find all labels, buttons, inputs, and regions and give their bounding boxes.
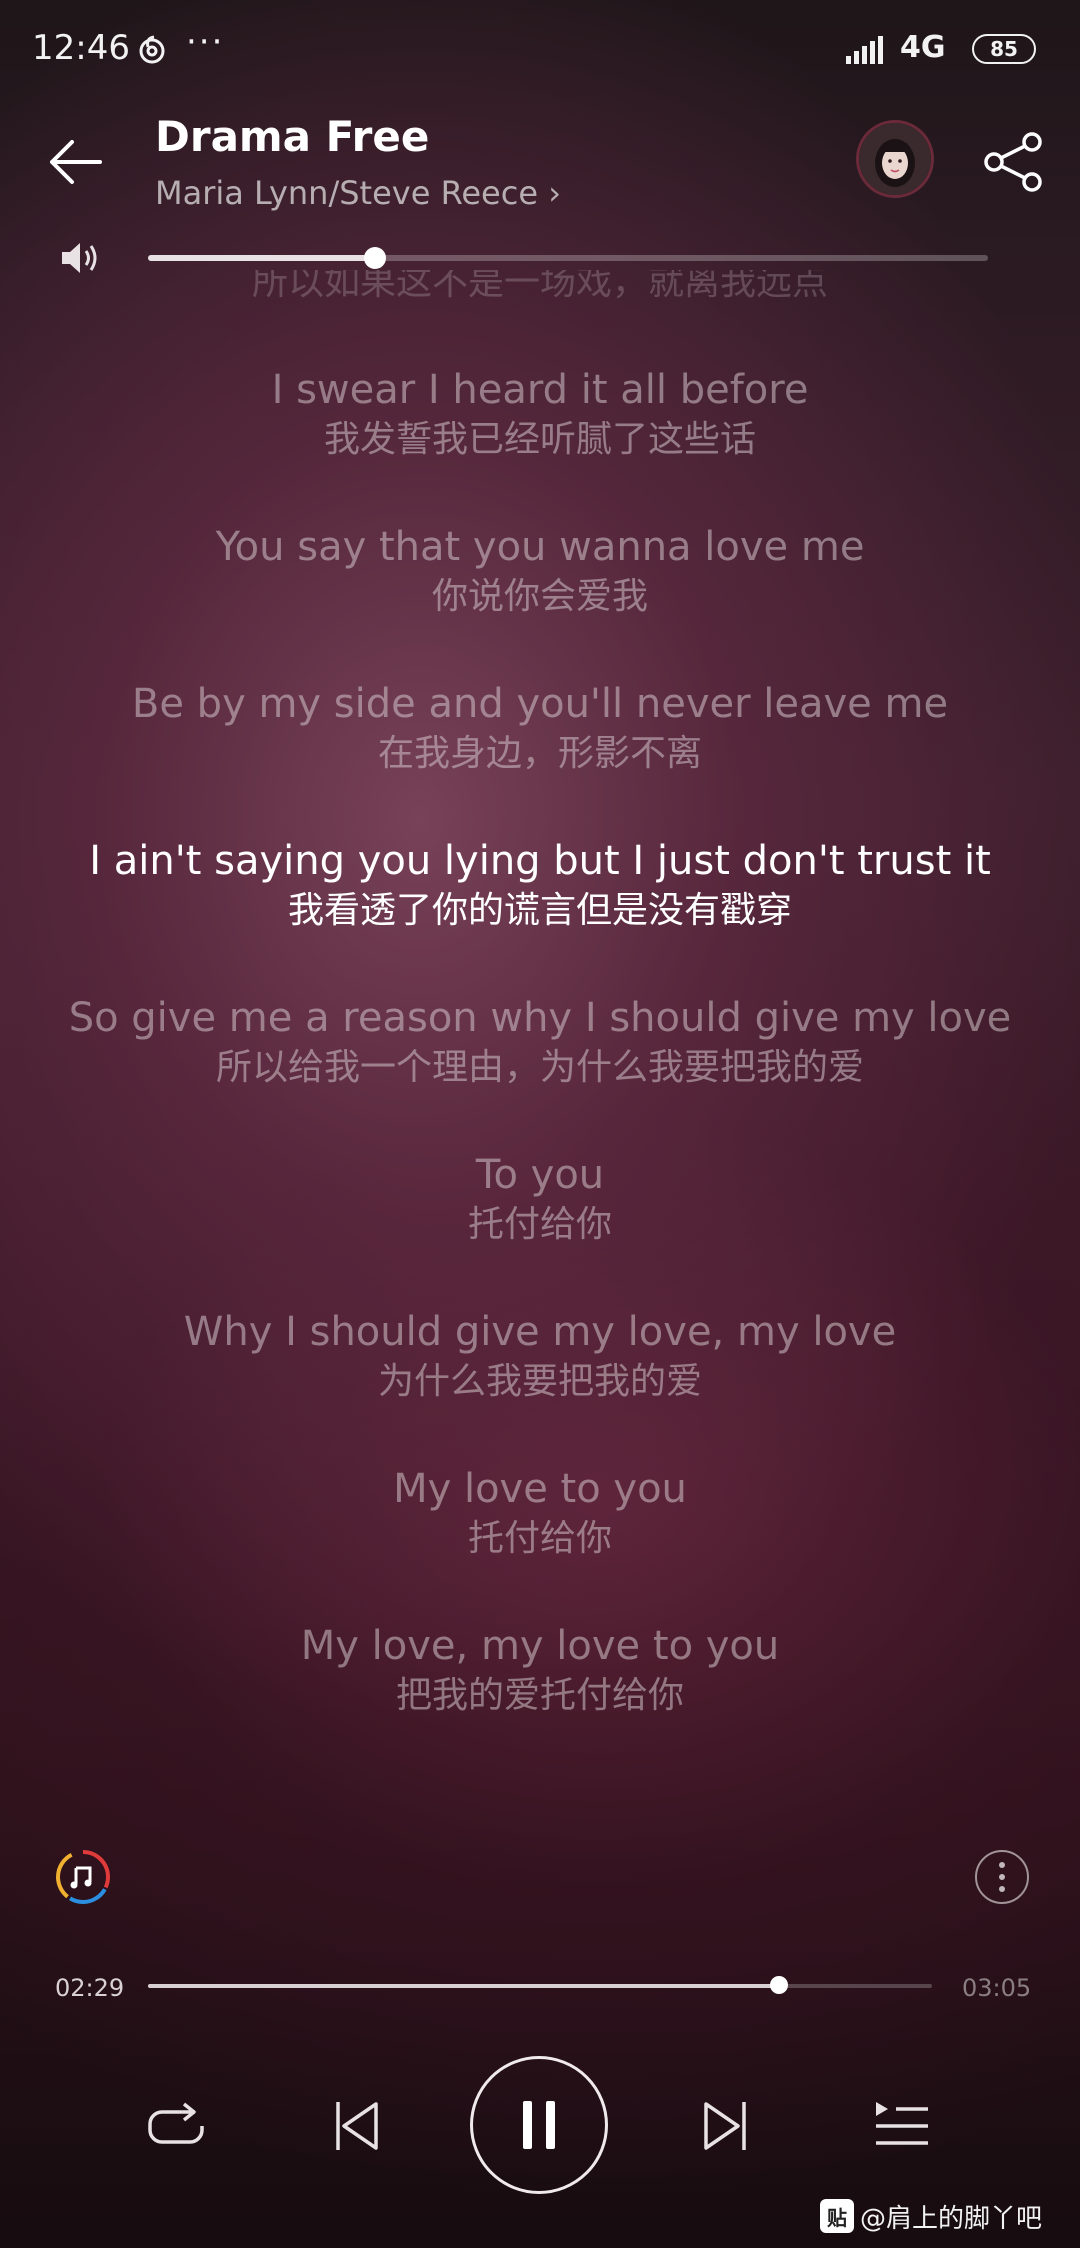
playlist-button[interactable] (866, 2090, 938, 2162)
progress-thumb[interactable] (770, 1976, 789, 1994)
more-dot (999, 1874, 1005, 1880)
skip-next-icon (704, 2102, 746, 2150)
lyric-english: Be by my side and you'll never leave me (131, 681, 949, 727)
lyric-line[interactable]: My love, my love to you 把我的爱托付给你 (0, 1621, 1080, 1721)
lyric-chinese: 我看透了你的谎言但是没有戳穿 (287, 890, 792, 931)
status-time: 12:46 (32, 28, 130, 68)
lyric-line[interactable]: I swear I heard it all before 我发誓我已经听腻了这些… (0, 365, 1080, 465)
lyric-line[interactable]: So give me a reason why I should give my… (0, 993, 1080, 1093)
lyric-chinese: 为什么我要把我的爱 (377, 1361, 702, 1402)
lyric-chinese: 把我的爱托付给你 (395, 1675, 684, 1716)
music-note-icon[interactable] (54, 1848, 112, 1906)
tieba-logo: 贴 (820, 2199, 854, 2233)
lyric-english: So give me a reason why I should give my… (68, 995, 1012, 1041)
skip-previous-icon (336, 2102, 378, 2150)
song-title: Drama Free (155, 112, 430, 161)
share-icon (984, 132, 1042, 192)
status-more-dots: ··· (186, 22, 225, 62)
lyric-chinese: 托付给你 (467, 1204, 612, 1245)
battery-icon: 85 (972, 34, 1036, 64)
artist-name: Maria Lynn/Steve Reece (155, 174, 539, 212)
lyric-english: To you (475, 1152, 605, 1198)
share-button[interactable] (982, 130, 1046, 194)
volume-slider[interactable] (148, 247, 988, 269)
lyrics-panel[interactable]: If it ain't drama free, get that away fr… (0, 270, 1080, 1810)
lyric-english: You say that you wanna love me (215, 524, 865, 570)
lyric-chinese: 所以如果这不是一场戏，就离我远点 (251, 270, 828, 303)
lyric-chinese: 托付给你 (467, 1518, 612, 1559)
lyric-chinese: 你说你会爱我 (431, 576, 648, 617)
lyric-english: My love to you (393, 1466, 687, 1512)
back-button[interactable] (44, 130, 108, 194)
lyric-line[interactable]: If it ain't drama free, get that away fr… (0, 270, 1080, 308)
repeat-button[interactable] (140, 2090, 212, 2162)
lyric-chinese: 所以给我一个理由，为什么我要把我的爱 (215, 1047, 864, 1088)
lyric-line[interactable]: To you 托付给你 (0, 1150, 1080, 1250)
more-vertical-icon (999, 1862, 1005, 1868)
lyric-line-active[interactable]: I ain't saying you lying but I just don'… (0, 836, 1080, 936)
repeat-icon (148, 2102, 204, 2144)
more-options-button[interactable] (975, 1850, 1029, 1904)
lyric-chinese: 我发誓我已经听腻了这些话 (323, 419, 756, 460)
network-type: 4G (900, 30, 946, 65)
netease-music-icon (139, 35, 165, 64)
progress-slider[interactable] (148, 1976, 932, 1994)
pause-icon (523, 2101, 555, 2149)
lyric-chinese: 在我身边，形影不离 (377, 733, 702, 774)
previous-button[interactable] (320, 2090, 392, 2162)
avatar[interactable] (856, 120, 934, 198)
lyric-english: I swear I heard it all before (271, 367, 809, 413)
lyric-line[interactable]: My love to you 托付给你 (0, 1464, 1080, 1564)
arrow-left-icon (50, 140, 102, 184)
lyric-line[interactable]: You say that you wanna love me 你说你会爱我 (0, 522, 1080, 622)
watermark: 贴 @肩上的脚丫吧 (820, 2196, 1042, 2236)
status-bar: 12:46 ··· 4G 85 (0, 0, 1080, 100)
lyric-line[interactable]: Be by my side and you'll never leave me 在… (0, 679, 1080, 779)
signal-icon (846, 36, 883, 64)
progress-fill (148, 1984, 780, 1988)
lyric-english: Why I should give my love, my love (183, 1309, 897, 1355)
avatar-image (859, 123, 931, 195)
total-time: 03:05 (962, 1974, 1032, 2002)
chevron-right-icon: › (548, 174, 561, 212)
playlist-icon (876, 2102, 928, 2145)
more-dot (999, 1886, 1005, 1892)
current-time: 02:29 (55, 1974, 125, 2002)
lyric-english: My love, my love to you (300, 1623, 780, 1669)
artist-link[interactable]: Maria Lynn/Steve Reece › (155, 174, 561, 212)
battery-level: 85 (990, 37, 1018, 61)
lyric-english: I ain't saying you lying but I just don'… (89, 838, 991, 884)
next-button[interactable] (690, 2090, 762, 2162)
pause-button[interactable] (470, 2056, 608, 2194)
volume-thumb[interactable] (363, 247, 386, 269)
volume-fill (148, 255, 375, 261)
watermark-text: @肩上的脚丫吧 (860, 2203, 1043, 2234)
lyric-line[interactable]: Why I should give my love, my love 为什么我要把… (0, 1307, 1080, 1407)
